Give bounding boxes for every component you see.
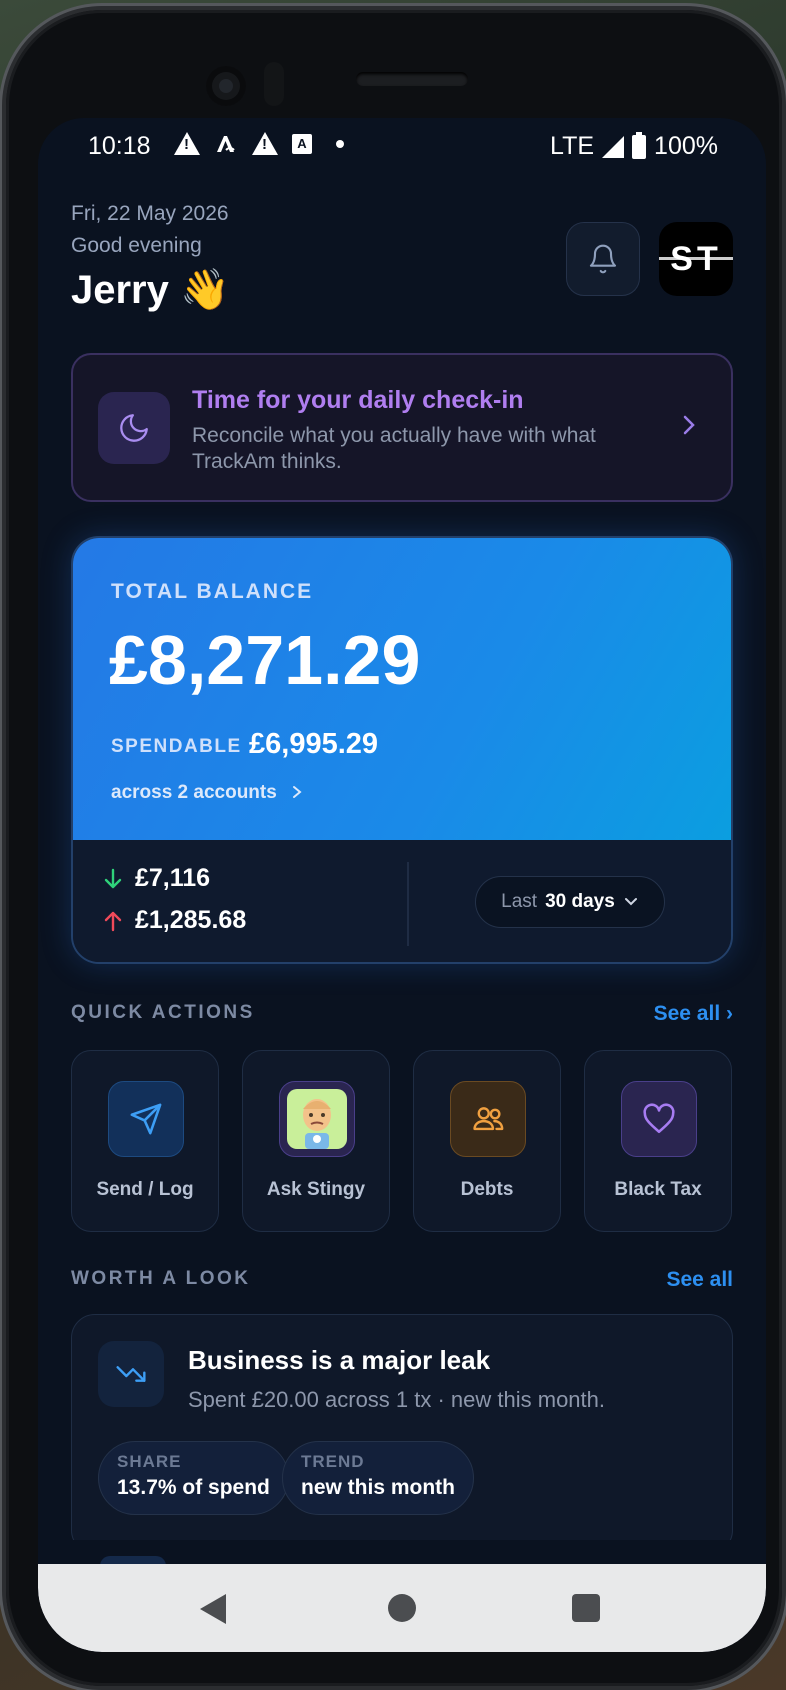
more-notifications-icon — [336, 140, 344, 148]
pill-label: SHARE — [117, 1452, 182, 1471]
debts-icon-box — [450, 1081, 526, 1157]
divider — [407, 862, 409, 946]
pill-value: new this month — [301, 1476, 455, 1499]
total-balance-card[interactable]: TOTAL BALANCE £8,271.29 SPENDABLE £6,995… — [71, 536, 733, 964]
quick-action-black-tax[interactable]: Black Tax — [584, 1050, 732, 1232]
money-out-row: £1,285.68 — [103, 906, 246, 935]
trend-pill: TREND new this month — [282, 1441, 474, 1515]
network-type: LTE — [550, 132, 595, 160]
chevron-down-icon — [624, 898, 637, 906]
battery-icon — [632, 131, 647, 159]
accounts-text: across 2 accounts — [111, 782, 277, 803]
chevron-right-icon — [683, 415, 695, 435]
status-time: 10:18 — [88, 132, 151, 160]
arrow-down-icon — [104, 868, 122, 888]
pill-value: 13.7% of spend — [117, 1476, 270, 1499]
battery-percent: 100% — [654, 132, 718, 160]
status-bar: 10:18 A LTE 100% — [38, 118, 766, 174]
balance-label: TOTAL BALANCE — [111, 580, 314, 603]
recents-button-icon[interactable] — [572, 1594, 600, 1622]
quick-action-send-log[interactable]: Send / Log — [71, 1050, 219, 1232]
worth-a-look-title: WORTH A LOOK — [71, 1268, 251, 1289]
period-value: 30 days — [545, 891, 615, 912]
bell-icon — [589, 244, 617, 274]
header-greeting: Good evening — [71, 234, 202, 257]
quick-action-ask-stingy[interactable]: Ask Stingy — [242, 1050, 390, 1232]
trending-down-icon — [116, 1366, 146, 1382]
moon-icon-box — [98, 392, 170, 464]
pill-label: TREND — [301, 1452, 365, 1471]
user-name: Jerry 👋 — [71, 268, 230, 312]
heart-icon — [643, 1103, 675, 1134]
money-out-amount: £1,285.68 — [135, 906, 247, 934]
autofill-icon — [217, 136, 235, 152]
proximity-sensor — [264, 62, 284, 106]
stingy-icon-box — [279, 1081, 355, 1157]
daily-checkin-card[interactable]: Time for your daily check-in Reconcile w… — [71, 353, 733, 502]
system-status: LTE 100% — [550, 131, 718, 161]
phone-frame: 10:18 A LTE 100% Fri, 22 May 2026 Good e… — [6, 10, 782, 1686]
chevron-right-icon — [293, 786, 302, 798]
arrow-up-icon — [104, 911, 122, 931]
insight-title: Business is a major leak — [188, 1345, 491, 1375]
quick-action-label: Black Tax — [614, 1179, 702, 1200]
accounts-link[interactable]: across 2 accounts — [111, 782, 304, 804]
insight-card[interactable]: Business is a major leak Spent £20.00 ac… — [71, 1314, 733, 1554]
home-button-icon[interactable] — [388, 1594, 416, 1622]
app-notification-icon: A — [292, 134, 312, 154]
warning-icon — [174, 132, 200, 156]
moon-icon — [120, 414, 148, 442]
send-icon — [130, 1103, 162, 1135]
quick-actions-title: QUICK ACTIONS — [71, 1002, 255, 1023]
money-in-row: £7,116 — [103, 864, 210, 893]
front-camera — [206, 66, 246, 106]
earpiece-speaker — [356, 72, 468, 86]
balance-flow: £7,116 £1,285.68 Last 30 days — [73, 840, 731, 962]
avatar[interactable]: ST — [659, 222, 733, 296]
stingy-avatar-icon — [287, 1089, 347, 1149]
app-screen: 10:18 A LTE 100% Fri, 22 May 2026 Good e… — [38, 118, 766, 1652]
notifications-button[interactable] — [566, 222, 640, 296]
quick-action-label: Debts — [460, 1179, 514, 1200]
signal-icon — [602, 135, 625, 158]
spendable-amount: £6,995.29 — [249, 728, 379, 760]
checkin-title: Time for your daily check-in — [192, 386, 524, 414]
worth-a-look-see-all[interactable]: See all — [666, 1268, 733, 1292]
spendable-label: SPENDABLE — [111, 736, 242, 757]
quick-action-label: Ask Stingy — [266, 1179, 366, 1200]
quick-actions-see-all[interactable]: See all › — [654, 1002, 733, 1026]
money-in-amount: £7,116 — [135, 864, 211, 892]
share-pill: SHARE 13.7% of spend — [98, 1441, 289, 1515]
people-icon — [473, 1107, 504, 1131]
black-tax-icon-box — [621, 1081, 697, 1157]
period-label: Last — [501, 891, 538, 912]
balance-amount: £8,271.29 — [109, 621, 421, 699]
quick-action-debts[interactable]: Debts — [413, 1050, 561, 1232]
warning-icon — [252, 132, 278, 156]
system-navigation-bar — [38, 1564, 766, 1652]
quick-action-label: Send / Log — [96, 1179, 194, 1200]
period-selector[interactable]: Last 30 days — [475, 876, 665, 928]
trend-icon-box — [98, 1341, 164, 1407]
balance-header: TOTAL BALANCE £8,271.29 SPENDABLE £6,995… — [73, 538, 731, 840]
back-button-icon[interactable] — [200, 1594, 226, 1624]
insight-description: Spent £20.00 across 1 tx · new this mont… — [188, 1387, 606, 1412]
send-icon-box — [108, 1081, 184, 1157]
checkin-description: Reconcile what you actually have with wh… — [192, 424, 596, 473]
notification-icons: A — [174, 132, 344, 156]
header-date: Fri, 22 May 2026 — [71, 202, 229, 225]
